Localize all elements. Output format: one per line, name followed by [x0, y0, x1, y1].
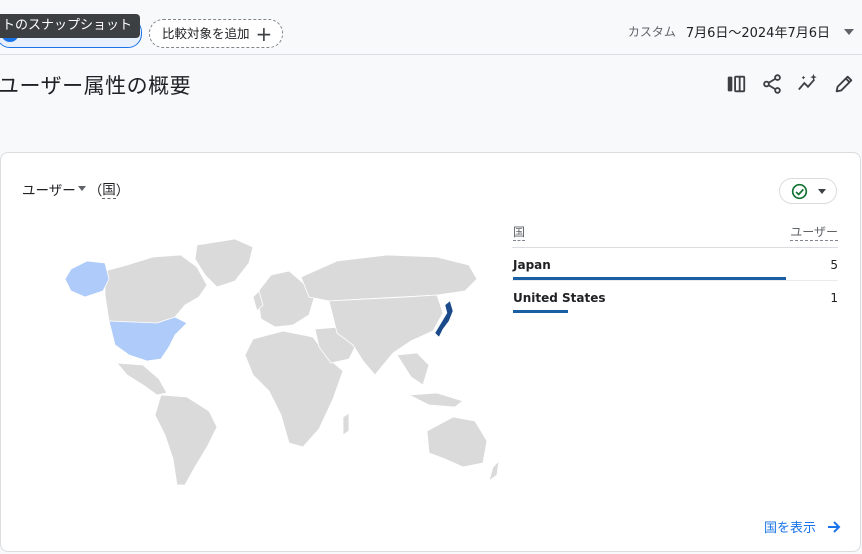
dimension-label: 国 [102, 178, 116, 199]
share-bar-fill [513, 277, 786, 280]
map-region-australia [426, 416, 488, 468]
map-region-united-states [108, 316, 188, 362]
top-bar: トのスナップショット 比較対象を追加 + カスタム 7月6日～2024年7月6日 [0, 0, 862, 55]
add-comparison-button[interactable]: 比較対象を追加 + [149, 19, 284, 48]
view-countries-link[interactable]: 国を表示 [764, 517, 842, 536]
date-range-value: 7月6日～2024年7月6日 [685, 26, 830, 41]
share-icon [763, 74, 781, 94]
world-map [64, 238, 500, 486]
share-bar [513, 277, 786, 280]
map-region-canada [104, 254, 208, 324]
insights-button[interactable] [790, 70, 826, 98]
pencil-icon [835, 75, 853, 93]
column-header-country: 国 [513, 225, 526, 241]
page-title: ユーザー属性の概要 [0, 74, 192, 98]
map-region-russia [300, 254, 478, 302]
map-region-southeast-asia [396, 352, 464, 408]
check-circle-icon [791, 183, 807, 199]
plus-icon: + [255, 21, 273, 46]
data-quality-button[interactable] [779, 178, 837, 204]
share-bar [513, 310, 786, 313]
map-region-south-america [154, 394, 218, 486]
customize-report-button[interactable] [718, 70, 754, 98]
country-table: 国 ユーザー Japan 5 United States 1 [512, 223, 838, 313]
country-name: United States [513, 291, 606, 305]
table-header: 国 ユーザー [512, 223, 838, 248]
share-bar-fill [513, 310, 568, 313]
map-region-alaska [64, 260, 110, 298]
user-count: 1 [830, 291, 838, 305]
metric-selector[interactable]: ユーザー [22, 179, 76, 199]
column-header-users: ユーザー [790, 225, 838, 241]
chevron-down-icon [817, 188, 826, 194]
date-range-picker[interactable]: カスタム 7月6日～2024年7月6日 [628, 22, 854, 41]
insights-icon [798, 73, 817, 91]
table-row: Japan 5 [512, 248, 838, 281]
table-row: United States 1 [512, 281, 838, 313]
map-region-new-zealand [488, 459, 500, 483]
map-region-central-america [116, 362, 168, 396]
country-name: Japan [513, 258, 551, 272]
edit-button[interactable] [826, 70, 862, 98]
dimension-close-paren: ） [115, 182, 130, 199]
dimension-open-paren: （ [88, 182, 103, 199]
arrow-right-icon [828, 520, 841, 533]
user-count: 5 [830, 258, 838, 272]
share-button[interactable] [754, 70, 790, 98]
dropdown-arrow-icon[interactable] [77, 186, 86, 191]
columns-icon [727, 75, 746, 93]
users-by-country-card: ユーザー （ 国 ） 国 ユーザー Japan 5 United States … [0, 152, 861, 552]
date-preset-label: カスタム [627, 25, 676, 39]
card-title: ユーザー （ 国 ） [22, 178, 129, 199]
add-comparison-label: 比較対象を追加 [162, 26, 250, 41]
view-countries-label: 国を表示 [763, 521, 816, 536]
chevron-down-icon [844, 28, 854, 35]
report-toolbar [718, 70, 862, 98]
map-region-madagascar [342, 412, 350, 436]
tooltip: トのスナップショット [0, 14, 141, 38]
